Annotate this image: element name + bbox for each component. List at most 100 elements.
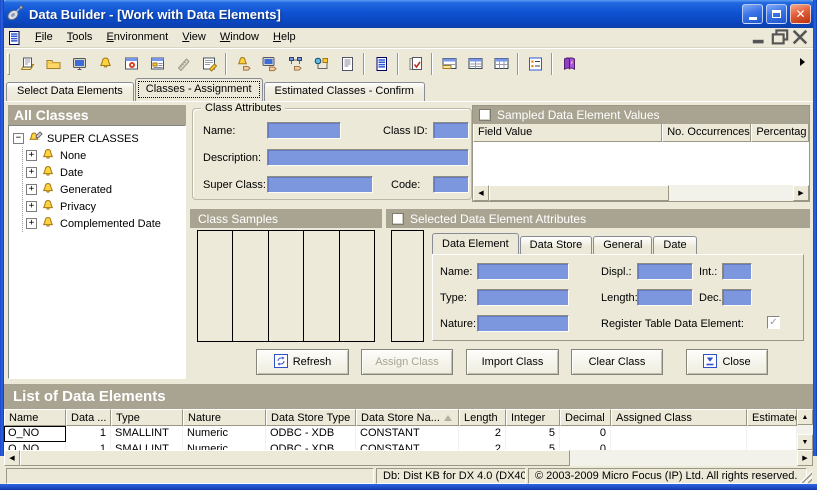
menu-help[interactable]: Help xyxy=(266,29,303,46)
mdi-close-button[interactable] xyxy=(791,30,809,45)
scroll-right-icon[interactable]: ▶ xyxy=(797,450,813,466)
mdi-restore-button[interactable] xyxy=(771,30,789,45)
column-header-estimated[interactable]: Estimated xyxy=(747,409,797,426)
menu-tools[interactable]: Tools xyxy=(60,29,100,46)
cell-data-store-na[interactable]: CONSTANT xyxy=(356,442,459,450)
resize-grip[interactable] xyxy=(799,470,812,483)
cell-name[interactable]: O_NO xyxy=(4,442,66,450)
column-header-no-occurrences[interactable]: No. Occurrences xyxy=(662,124,751,142)
scrollbar-thumb[interactable] xyxy=(489,185,669,201)
close-button[interactable]: ✕ xyxy=(790,4,811,24)
tab-estimated-classes-confirm[interactable]: Estimated Classes - Confirm xyxy=(264,82,425,101)
cell-data-store-type[interactable]: ODBC - XDB xyxy=(266,426,356,442)
toolbar-overflow-arrow[interactable] xyxy=(800,58,805,66)
tab-data-store[interactable]: Data Store xyxy=(520,236,593,254)
column-header-decimal[interactable]: Decimal xyxy=(560,409,611,426)
refresh-button[interactable]: Refresh xyxy=(256,349,349,375)
cell-nature[interactable]: Numeric xyxy=(183,426,266,442)
maximize-button[interactable] xyxy=(766,4,787,24)
tab-data-element[interactable]: Data Element xyxy=(432,233,519,254)
de-int-input[interactable] xyxy=(722,263,752,280)
de-nature-input[interactable] xyxy=(477,315,569,332)
class-name-input[interactable] xyxy=(267,122,341,139)
assign-class-button[interactable]: Assign Class xyxy=(361,349,453,375)
expand-icon[interactable]: + xyxy=(26,201,37,212)
column-header-type[interactable]: Type xyxy=(111,409,183,426)
toolbar-window-form-icon[interactable] xyxy=(145,52,169,75)
scroll-up-icon[interactable]: ▲ xyxy=(797,409,813,425)
menu-view[interactable]: View xyxy=(175,29,213,46)
de-dec-input[interactable] xyxy=(722,289,752,306)
cell-decimal[interactable]: 0 xyxy=(560,426,611,442)
cell-assigned-class[interactable] xyxy=(611,442,747,450)
toolbar-table-master-icon[interactable] xyxy=(437,52,461,75)
menu-file[interactable]: File xyxy=(28,29,60,46)
column-header-name[interactable]: Name xyxy=(4,409,66,426)
column-header-data-store-na[interactable]: Data Store Na... xyxy=(356,409,459,426)
toolbar-table-rows-icon[interactable] xyxy=(463,52,487,75)
toolbar-document-list-icon[interactable] xyxy=(335,52,359,75)
toolbar-monitor-icon[interactable] xyxy=(67,52,91,75)
scroll-left-icon[interactable]: ◀ xyxy=(4,450,20,466)
tree-item-date[interactable]: +Date xyxy=(26,164,185,181)
expand-icon[interactable]: + xyxy=(26,218,37,229)
scroll-left-icon[interactable]: ◀ xyxy=(473,185,489,201)
column-header-field-value[interactable]: Field Value xyxy=(473,124,662,142)
cell-type[interactable]: SMALLINT xyxy=(111,426,183,442)
tab-date[interactable]: Date xyxy=(653,236,696,254)
collapse-icon[interactable]: − xyxy=(13,133,24,144)
toolbar-task-check-icon[interactable] xyxy=(403,52,427,75)
code-input[interactable] xyxy=(433,176,469,193)
description-input[interactable] xyxy=(267,149,469,166)
column-header-data-store-type[interactable]: Data Store Type xyxy=(266,409,356,426)
column-header-assigned-class[interactable]: Assigned Class xyxy=(611,409,747,426)
minimize-button[interactable] xyxy=(742,4,763,24)
cell-estimated[interactable] xyxy=(747,442,797,450)
selected-attributes-checkbox[interactable] xyxy=(392,213,404,225)
mdi-minimize-button[interactable] xyxy=(751,30,769,45)
scrollbar-track[interactable] xyxy=(570,450,797,466)
tab-general[interactable]: General xyxy=(593,236,652,254)
menu-environment[interactable]: Environment xyxy=(99,29,175,46)
cell-assigned-class[interactable] xyxy=(611,426,747,442)
tab-classes-assignment[interactable]: Classes - Assignment xyxy=(135,78,263,101)
column-header-data[interactable]: Data ... xyxy=(66,409,111,426)
expand-icon[interactable]: + xyxy=(26,150,37,161)
toolbar-options-list-icon[interactable] xyxy=(523,52,547,75)
close-button[interactable]: Close xyxy=(686,349,768,375)
table-row[interactable]: O_NO1SMALLINTNumericODBC - XDBCONSTANT25… xyxy=(4,426,797,442)
cell-data[interactable]: 1 xyxy=(66,442,111,450)
toolbar-help-book-icon[interactable] xyxy=(557,52,581,75)
de-type-input[interactable] xyxy=(477,289,569,306)
toolbar-grip[interactable] xyxy=(7,53,10,75)
column-header-nature[interactable]: Nature xyxy=(183,409,266,426)
de-displ-input[interactable] xyxy=(637,263,693,280)
column-header-integer[interactable]: Integer xyxy=(506,409,560,426)
de-name-input[interactable] xyxy=(477,263,569,280)
cell-length[interactable]: 2 xyxy=(459,442,506,450)
cell-length[interactable]: 2 xyxy=(459,426,506,442)
toolbar-nodes-hand-icon[interactable] xyxy=(283,52,307,75)
tree-item-complemented-date[interactable]: +Complemented Date xyxy=(26,215,185,232)
column-header-percentag[interactable]: Percentag xyxy=(751,124,809,142)
column-header-length[interactable]: Length xyxy=(459,409,506,426)
sampled-values-list[interactable] xyxy=(473,142,809,185)
toolbar-window-edit-icon[interactable] xyxy=(197,52,221,75)
tree-item-privacy[interactable]: +Privacy xyxy=(26,198,185,215)
super-class-input[interactable] xyxy=(267,176,373,193)
cell-data-store-type[interactable]: ODBC - XDB xyxy=(266,442,356,450)
cell-type[interactable]: SMALLINT xyxy=(111,442,183,450)
toolbar-table-columns-icon[interactable] xyxy=(489,52,513,75)
toolbar-window-tools-icon[interactable] xyxy=(119,52,143,75)
cell-nature[interactable]: Numeric xyxy=(183,442,266,450)
cell-estimated[interactable] xyxy=(747,426,797,442)
toolbar-bell-hand-icon[interactable] xyxy=(231,52,255,75)
toolbar-spray-link-icon[interactable] xyxy=(309,52,333,75)
toolbar-bell-icon[interactable] xyxy=(93,52,117,75)
tree-item-generated[interactable]: +Generated xyxy=(26,181,185,198)
sampled-values-checkbox[interactable] xyxy=(479,109,491,121)
table-row-partial[interactable]: O_NO1SMALLINTNumericODBC - XDBCONSTANT25… xyxy=(4,442,797,450)
toolbar-open-folder-icon[interactable] xyxy=(41,52,65,75)
cell-integer[interactable]: 5 xyxy=(506,442,560,450)
toolbar-monitor-hand-icon[interactable] xyxy=(257,52,281,75)
